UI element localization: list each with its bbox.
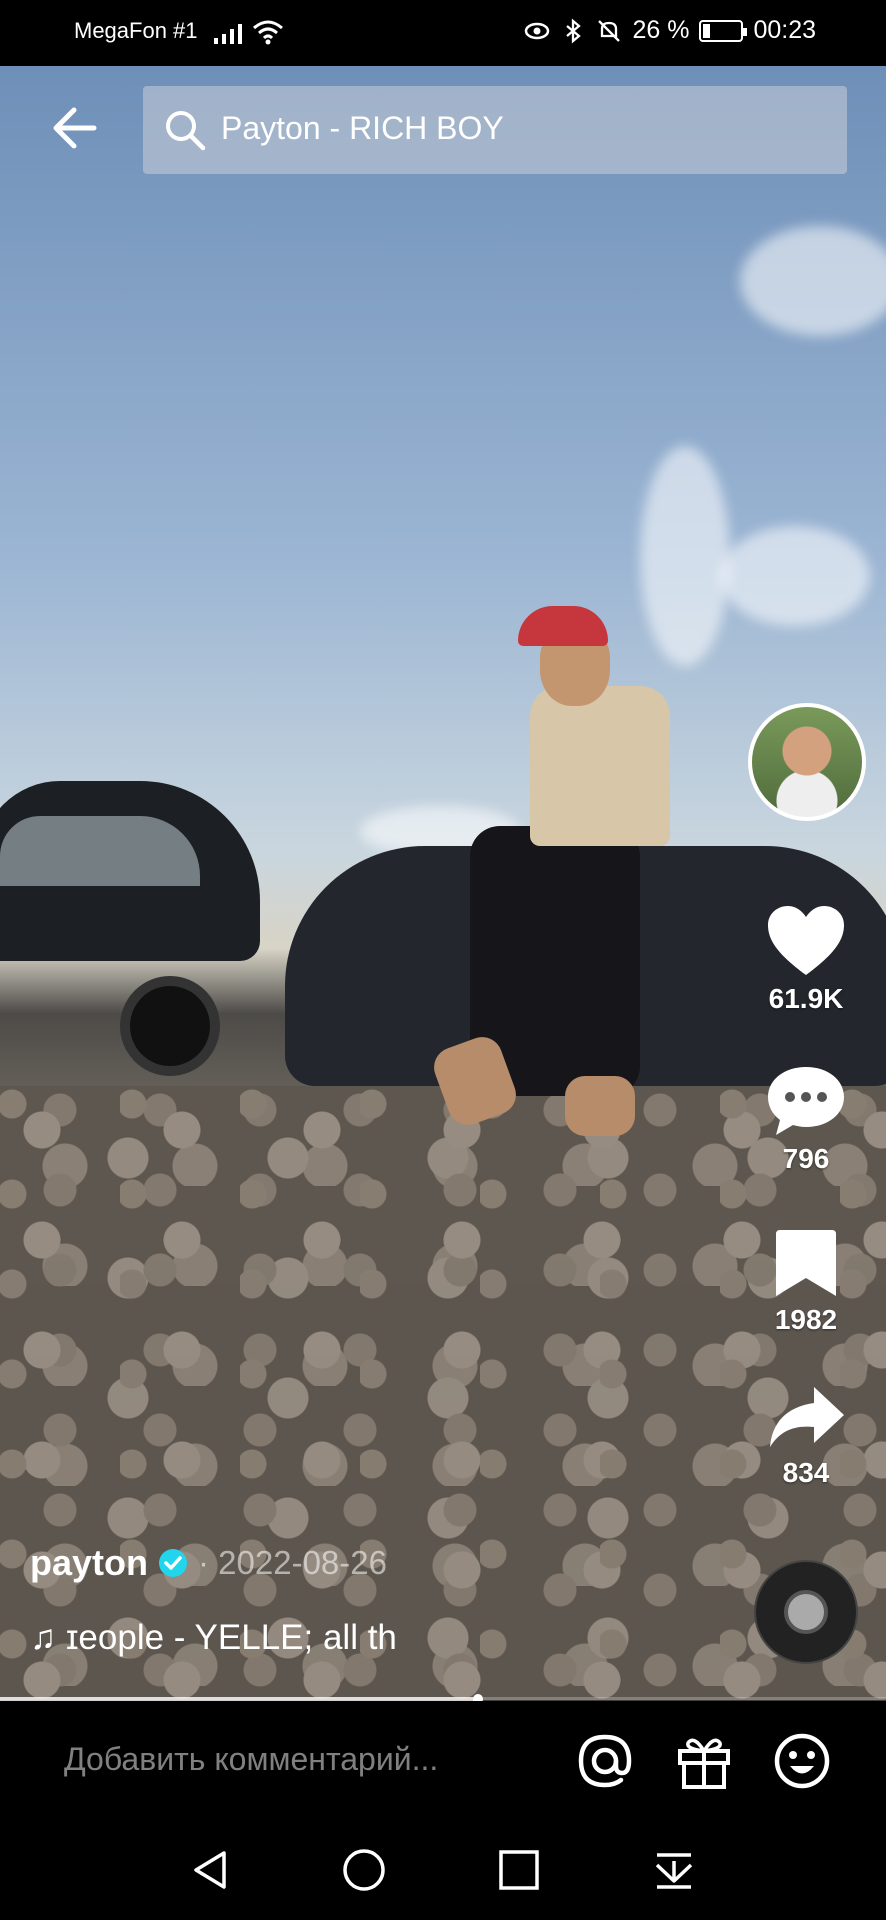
status-bar: MegaFon #1 26 % 00:23	[0, 0, 886, 66]
car-left-wheel	[120, 976, 220, 1076]
signal-icon	[214, 22, 242, 44]
music-row[interactable]: ♫ ɪeople - YELLE; all th	[30, 1618, 470, 1658]
comment-bar: Добавить комментарий...	[0, 1701, 886, 1819]
post-date: · 2022-08-26	[198, 1544, 387, 1581]
search-icon	[166, 111, 206, 151]
person-cap	[518, 606, 608, 646]
music-disc[interactable]	[754, 1560, 858, 1664]
share-arrow-icon	[770, 1387, 844, 1447]
mention-icon[interactable]	[575, 1731, 635, 1791]
cloud-shape	[720, 526, 870, 626]
heart-icon	[768, 906, 844, 975]
gift-icon[interactable]	[674, 1731, 734, 1791]
comment-button[interactable]: 796	[746, 1065, 866, 1175]
music-title: ♫ ɪeople - YELLE; all th	[30, 1618, 397, 1657]
carrier-label: MegaFon #1	[74, 18, 198, 43]
battery-percent: 26 %	[632, 16, 690, 44]
mute-icon	[598, 19, 621, 42]
like-count: 61.9K	[768, 983, 844, 1014]
author-avatar[interactable]	[748, 703, 866, 821]
back-arrow-icon[interactable]	[48, 100, 104, 156]
cloud-shape	[640, 446, 730, 666]
verified-badge-icon	[159, 1549, 188, 1577]
like-button[interactable]: 61.9K	[746, 905, 866, 1015]
eye-icon	[525, 22, 550, 39]
battery-icon	[699, 19, 748, 42]
person-boot	[565, 1076, 635, 1136]
disc-label	[784, 1590, 828, 1634]
comment-count: 796	[782, 1143, 830, 1174]
car-left-window	[0, 816, 200, 886]
search-bar[interactable]: Payton - RICH BOY	[143, 86, 847, 174]
bluetooth-icon	[566, 18, 582, 43]
nav-recents-icon[interactable]	[496, 1847, 542, 1893]
comment-input[interactable]: Добавить комментарий...	[64, 1741, 438, 1778]
nav-home-icon[interactable]	[341, 1847, 387, 1893]
search-query: Payton - RICH BOY	[221, 110, 504, 146]
nav-back-icon[interactable]	[188, 1847, 234, 1893]
save-button[interactable]: 1982	[746, 1228, 866, 1336]
clock: 00:23	[753, 16, 816, 44]
wifi-icon	[253, 20, 283, 45]
share-count: 834	[782, 1457, 830, 1488]
bookmark-icon	[776, 1230, 836, 1296]
nav-notifications-icon[interactable]	[651, 1847, 697, 1893]
emoji-icon[interactable]	[772, 1731, 832, 1791]
share-button[interactable]: 834	[746, 1385, 866, 1489]
system-nav-bar	[0, 1819, 886, 1920]
author-name[interactable]: payton	[30, 1542, 148, 1584]
comment-bubble-icon	[768, 1067, 844, 1135]
cloud-shape	[740, 226, 886, 336]
person-shirt	[530, 686, 670, 846]
author-row: payton · 2022-08-26	[30, 1542, 387, 1584]
battery-level	[703, 23, 710, 38]
save-count: 1982	[774, 1304, 838, 1335]
